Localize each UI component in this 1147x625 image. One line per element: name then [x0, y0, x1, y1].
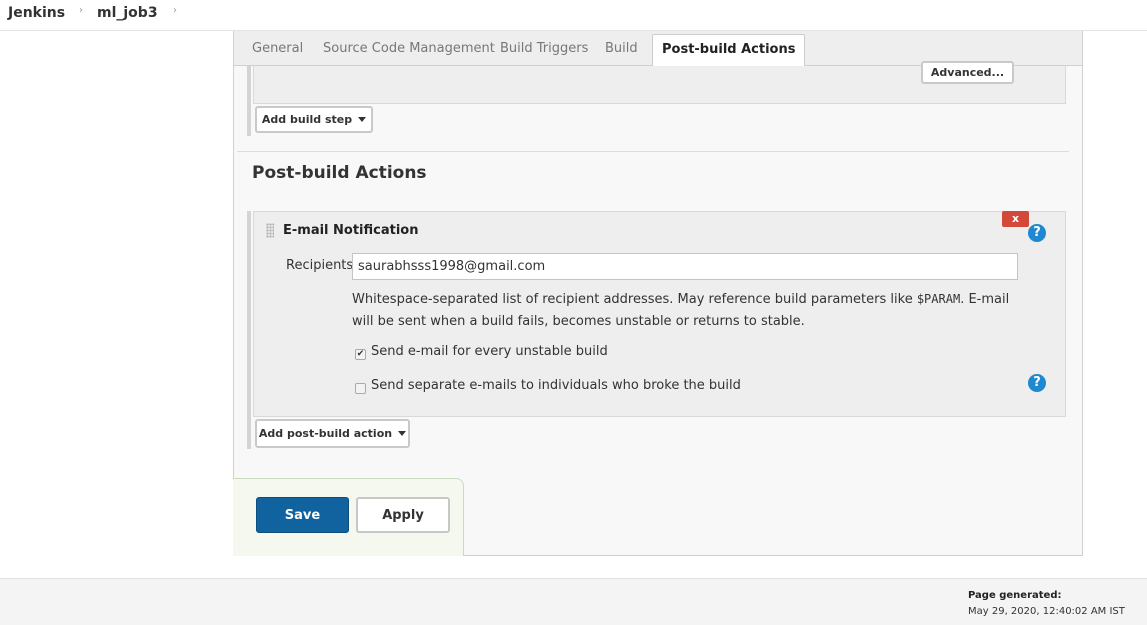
add-build-step-label: Add build step	[261, 113, 353, 126]
help-text-before: Whitespace-separated list of recipient a…	[352, 292, 917, 307]
breadcrumb-item-job[interactable]: ml_job3	[97, 5, 158, 21]
section-rail	[247, 66, 251, 136]
breadcrumb-item-jenkins[interactable]: Jenkins	[8, 5, 65, 21]
add-build-step-button[interactable]: Add build step	[255, 106, 373, 133]
section-divider	[237, 151, 1069, 152]
section-rail	[247, 211, 251, 449]
add-post-build-action-button[interactable]: Add post-build action	[255, 419, 410, 448]
breadcrumb-separator-icon[interactable]: ›	[173, 5, 177, 16]
help-text-code: $PARAM	[916, 292, 961, 306]
unstable-build-label[interactable]: Send e-mail for every unstable build	[371, 344, 608, 359]
page-generated-timestamp: May 29, 2020, 12:40:02 AM IST	[968, 606, 1125, 617]
post-build-section-title: Post-build Actions	[252, 163, 427, 183]
advanced-button[interactable]: Advanced...	[921, 61, 1014, 84]
recipients-label: Recipients	[286, 258, 354, 273]
recipients-help-text: Whitespace-separated list of recipient a…	[352, 288, 1032, 333]
individuals-label[interactable]: Send separate e-mails to individuals who…	[371, 378, 741, 393]
advanced-button-label: Advanced...	[930, 66, 1005, 79]
help-icon[interactable]: ?	[1028, 224, 1046, 242]
breadcrumb-separator-icon[interactable]: ›	[79, 5, 83, 16]
help-icon[interactable]: ?	[1028, 374, 1046, 392]
unstable-build-checkbox[interactable]: ✔	[355, 349, 366, 360]
caret-down-icon	[398, 431, 407, 436]
tab-build[interactable]: Build	[605, 41, 638, 56]
caret-down-icon	[358, 117, 367, 122]
recipients-input[interactable]	[352, 253, 1018, 280]
tab-source-code-management[interactable]: Source Code Management	[323, 41, 495, 56]
tab-general[interactable]: General	[252, 41, 303, 56]
individuals-checkbox[interactable]	[355, 383, 366, 394]
page-generated-label: Page generated:	[968, 590, 1062, 601]
save-button[interactable]: Save	[256, 497, 349, 533]
tab-build-triggers[interactable]: Build Triggers	[500, 41, 588, 56]
tab-post-build-actions[interactable]: Post-build Actions	[652, 34, 806, 67]
add-post-build-action-label: Add post-build action	[258, 427, 393, 440]
page-footer	[0, 578, 1147, 625]
apply-button[interactable]: Apply	[356, 497, 450, 533]
breadcrumb: Jenkins › ml_job3 ›	[0, 0, 1147, 31]
delete-action-button[interactable]: x	[1002, 211, 1029, 227]
drag-handle-icon[interactable]	[266, 223, 274, 238]
email-notification-title: E-mail Notification	[283, 223, 419, 238]
